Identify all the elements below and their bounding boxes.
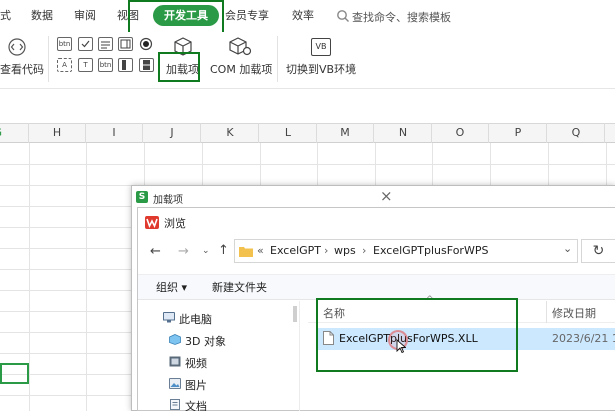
scrollbar-control-icon[interactable]	[118, 58, 133, 72]
column-header-n[interactable]: N	[375, 123, 432, 143]
com-addins-button[interactable]: COM 加载项	[210, 61, 272, 77]
browse-dialog-title: 浏览	[164, 217, 186, 230]
column-header-p[interactable]: P	[490, 123, 547, 143]
nav-item-documents[interactable]: 文档	[170, 398, 207, 411]
formula-bar-area	[0, 88, 615, 123]
refresh-button[interactable]: ↻	[581, 239, 615, 263]
breadcrumb-overflow[interactable]: «	[257, 244, 264, 257]
switch-vb-button[interactable]: 切换到VB环境	[286, 61, 356, 77]
addin-dialog-close-button[interactable]: ×	[380, 187, 393, 205]
nav-item-3d-objects[interactable]: 3D 对象	[169, 333, 226, 349]
search-box[interactable]: 查找命令、搜索模板	[334, 7, 494, 25]
tab-data[interactable]: 数据	[31, 0, 53, 32]
nav-item-videos[interactable]: 视频	[169, 355, 207, 371]
grid-line	[86, 143, 87, 411]
spinner-control-icon[interactable]	[139, 58, 154, 72]
nav-item-pictures[interactable]: 图片	[169, 377, 207, 393]
video-icon	[169, 356, 181, 367]
tab-efficiency[interactable]: 效率	[292, 0, 314, 32]
view-code-icon	[8, 38, 26, 56]
nav-item-this-pc[interactable]: 此电脑	[163, 311, 212, 327]
column-header-k[interactable]: K	[202, 123, 259, 143]
back-arrow-icon[interactable]: ←	[150, 244, 161, 259]
new-folder-button[interactable]: 新建文件夹	[212, 279, 267, 295]
column-header-q[interactable]: Q	[548, 123, 605, 143]
combobox-control-icon[interactable]	[98, 37, 113, 51]
file-list-highlight	[316, 298, 518, 372]
view-code-button[interactable]: 查看代码	[0, 61, 44, 77]
column-header-m[interactable]: M	[317, 123, 374, 143]
tab-formula-partial[interactable]: 式	[0, 0, 11, 32]
button-control-icon[interactable]: btn	[57, 37, 72, 51]
picture-icon	[169, 378, 181, 389]
grid-line	[0, 164, 615, 165]
column-header-l[interactable]: L	[260, 123, 317, 143]
browse-dialog: 浏览 ← → ⌄ ↑ « ExcelGPT › wps › ExcelGPTpl…	[137, 207, 615, 411]
up-arrow-icon[interactable]: ↑	[218, 243, 229, 258]
breadcrumb-wps[interactable]: wps	[334, 244, 356, 257]
checkbox-control-icon[interactable]	[78, 37, 93, 51]
active-cell[interactable]	[0, 363, 29, 384]
search-placeholder: 查找命令、搜索模板	[352, 11, 451, 24]
cube-3d-icon	[169, 334, 181, 345]
recent-dropdown-icon[interactable]: ⌄	[202, 246, 210, 256]
breadcrumb-chevron-icon: ›	[362, 244, 367, 257]
search-icon	[337, 10, 349, 22]
file-date: 2023/6/21 1	[552, 332, 615, 345]
organize-button[interactable]: 组织 ▾	[156, 279, 187, 295]
forward-arrow-icon[interactable]: →	[178, 244, 189, 259]
tab-review[interactable]: 审阅	[74, 0, 96, 32]
refresh-icon: ↻	[592, 243, 605, 259]
addins-highlight	[158, 52, 200, 82]
developer-tab-highlight	[128, 0, 224, 36]
column-header-j[interactable]: J	[144, 123, 201, 143]
document-icon	[170, 399, 180, 410]
column-header-o[interactable]: O	[432, 123, 489, 143]
grid-line	[29, 143, 30, 411]
address-bar[interactable]: « ExcelGPT › wps › ExcelGPTplusForWPS ⌄	[234, 239, 578, 263]
computer-icon	[163, 312, 175, 323]
folder-icon	[239, 247, 253, 257]
column-header-h[interactable]: H	[29, 123, 86, 143]
com-addins-icon	[229, 37, 252, 56]
label-control-icon[interactable]: A	[57, 58, 72, 72]
listbox-control-icon[interactable]	[118, 37, 133, 51]
command-bar	[138, 274, 615, 300]
breadcrumb-current-folder[interactable]: ExcelGPTplusForWPS	[373, 244, 488, 257]
wps-app-icon: S	[136, 191, 148, 203]
textbox-control-icon[interactable]: T	[78, 58, 93, 72]
tab-member[interactable]: 会员专享	[225, 0, 269, 32]
vb-icon: VB	[311, 38, 331, 56]
ribbon-divider	[48, 36, 49, 82]
breadcrumb-chevron-icon: ›	[324, 244, 329, 257]
addin-dialog-titlebar	[132, 186, 615, 208]
breadcrumb-excelgpt[interactable]: ExcelGPT	[270, 244, 321, 257]
address-dropdown-icon[interactable]: ⌄	[563, 242, 572, 255]
column-header-i[interactable]: I	[86, 123, 143, 143]
addin-dialog-title: 加载项	[153, 195, 183, 206]
nav-scrollbar[interactable]	[293, 306, 297, 322]
radio-control-icon[interactable]	[139, 37, 153, 51]
ribbon-divider	[277, 36, 278, 82]
column-modified-header[interactable]: 修改日期	[552, 305, 596, 321]
column-divider	[546, 301, 547, 323]
column-header-g[interactable]: G	[0, 123, 29, 143]
wps-logo-icon	[145, 216, 159, 229]
button2-control-icon[interactable]: btn	[98, 58, 113, 72]
wps-window: 式 数据 审阅 视图 开发工具 会员专享 效率 查找命令、搜索模板 查看代码 b…	[0, 0, 615, 411]
